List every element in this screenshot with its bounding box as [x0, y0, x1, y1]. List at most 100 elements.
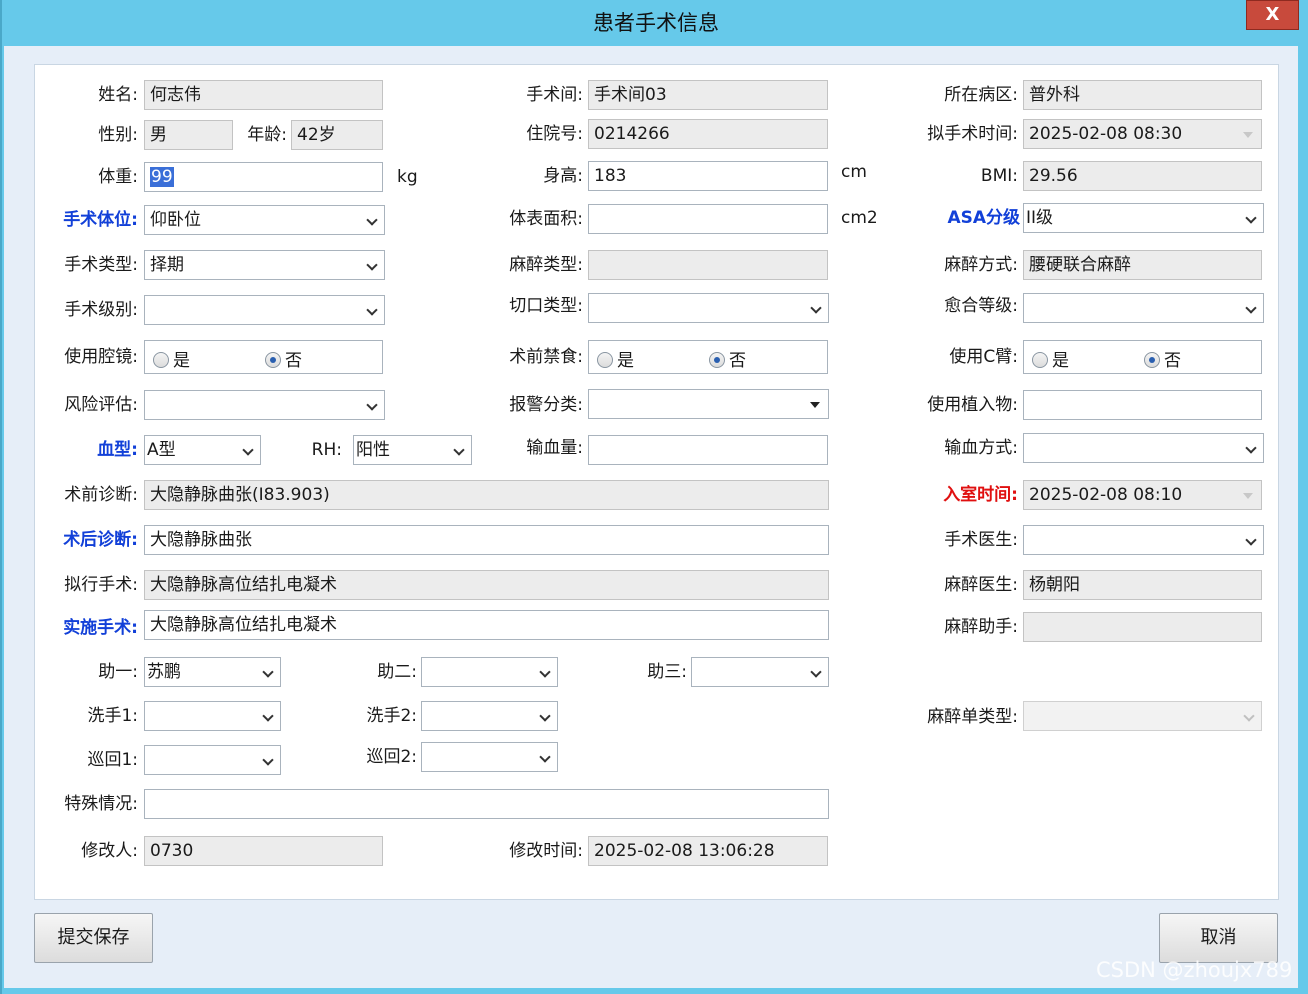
chevron-down-icon: [453, 444, 465, 456]
circulating1-select[interactable]: [144, 745, 281, 775]
assist3-select[interactable]: [691, 657, 829, 687]
anesthetist-label: 麻醉医生:: [944, 575, 1018, 595]
blood-type-label: 血型:: [97, 440, 138, 460]
chevron-down-icon: [262, 754, 274, 766]
special-label: 特殊情况:: [64, 794, 138, 814]
or-room-field: 手术间03: [588, 80, 828, 110]
chevron-down-icon: [539, 710, 551, 722]
watermark: CSDN @zhoujx789: [1096, 958, 1293, 982]
incision-type-select[interactable]: [588, 293, 829, 323]
anesthesia-form-type-select[interactable]: [1023, 701, 1262, 731]
endoscope-yes-radio[interactable]: 是: [153, 347, 190, 373]
c-arm-label: 使用C臂:: [949, 347, 1018, 367]
surgery-type-value: 择期: [150, 255, 184, 275]
post-diagnosis-input[interactable]: 大隐静脉曲张: [144, 525, 829, 555]
weight-input[interactable]: 99: [144, 162, 383, 192]
surgery-type-select[interactable]: 择期: [144, 250, 385, 280]
surgery-position-select[interactable]: 仰卧位: [144, 205, 385, 235]
chevron-down-icon: [366, 304, 378, 316]
surgery-level-label: 手术级别:: [64, 300, 138, 320]
rh-value: 阳性: [356, 440, 390, 460]
chevron-down-icon: [1245, 534, 1257, 546]
actual-operation-label: 实施手术:: [63, 618, 138, 638]
height-input[interactable]: 183: [588, 161, 828, 191]
risk-select[interactable]: [144, 390, 385, 420]
asa-grade-value: II级: [1026, 208, 1054, 228]
modify-time-field: 2025-02-08 13:06:28: [588, 836, 828, 866]
circulating2-select[interactable]: [421, 742, 558, 772]
entry-time-label: 入室时间:: [943, 485, 1018, 505]
scrub1-select[interactable]: [144, 701, 281, 731]
transfusion-volume-label: 输血量:: [526, 438, 583, 458]
surgery-type-label: 手术类型:: [64, 255, 138, 275]
anesthesia-type-label: 麻醉类型:: [509, 255, 583, 275]
chevron-down-icon: [810, 302, 822, 314]
healing-grade-label: 愈合等级:: [944, 296, 1018, 316]
fasting-no-radio[interactable]: 否: [709, 347, 746, 373]
bsa-label: 体表面积:: [509, 209, 583, 229]
c-arm-no-radio[interactable]: 否: [1144, 347, 1181, 373]
weight-label: 体重:: [98, 167, 138, 187]
implant-input[interactable]: [1023, 390, 1262, 420]
radio-icon: [153, 352, 169, 368]
surgery-position-value: 仰卧位: [150, 210, 201, 230]
cancel-button[interactable]: 取消: [1159, 913, 1278, 963]
circulating2-label: 巡回2:: [366, 747, 417, 767]
rh-label: RH:: [311, 440, 342, 460]
chevron-down-icon: [1245, 212, 1257, 224]
entry-time-picker[interactable]: 2025-02-08 08:10: [1023, 480, 1262, 510]
anesthesia-method-label: 麻醉方式:: [944, 255, 1018, 275]
special-input[interactable]: [144, 789, 829, 819]
planned-time-picker[interactable]: 2025-02-08 08:30: [1023, 119, 1262, 149]
bsa-input[interactable]: [588, 204, 828, 234]
assist1-select[interactable]: 苏鹏: [144, 657, 281, 687]
blood-type-select[interactable]: A型: [144, 435, 261, 465]
c-arm-yes-radio[interactable]: 是: [1032, 347, 1069, 373]
age-label: 年龄:: [247, 125, 287, 145]
chevron-down-icon: [1245, 302, 1257, 314]
radio-icon: [597, 352, 613, 368]
modifier-label: 修改人:: [81, 841, 138, 861]
anesthesia-assistant-label: 麻醉助手:: [944, 617, 1018, 637]
circulating1-label: 巡回1:: [87, 750, 138, 770]
endoscope-no-radio[interactable]: 否: [265, 347, 302, 373]
fasting-yes-radio[interactable]: 是: [597, 347, 634, 373]
blood-type-value: A型: [147, 440, 176, 460]
submit-save-button[interactable]: 提交保存: [34, 913, 153, 963]
actual-operation-input[interactable]: 大隐静脉高位结扎电凝术: [144, 610, 829, 640]
endoscope-radio-group: 是 否: [144, 340, 383, 374]
rh-select[interactable]: 阳性: [353, 435, 472, 465]
close-button[interactable]: X: [1246, 0, 1299, 30]
entry-time-value: 2025-02-08 08:10: [1029, 485, 1183, 505]
healing-grade-select[interactable]: [1023, 293, 1264, 323]
form-panel: 姓名: 何志伟 性别: 男 年龄: 42岁 体重: 99 kg 手术体位: 仰卧…: [34, 64, 1279, 900]
assist3-label: 助三:: [647, 662, 687, 682]
c-arm-radio-group: 是 否: [1023, 340, 1262, 374]
assist2-select[interactable]: [421, 657, 558, 687]
bsa-unit: cm2: [841, 208, 878, 228]
surgeon-select[interactable]: [1023, 525, 1264, 555]
risk-label: 风险评估:: [64, 395, 138, 415]
anesthetist-field: 杨朝阳: [1023, 570, 1262, 600]
alarm-category-label: 报警分类:: [509, 395, 583, 415]
dropdown-arrow-icon: [1243, 132, 1253, 138]
anesthesia-form-type-label: 麻醉单类型:: [927, 707, 1018, 727]
surgery-level-select[interactable]: [144, 295, 385, 325]
dropdown-arrow-icon: [810, 402, 820, 408]
bmi-field: 29.56: [1023, 161, 1262, 191]
assist1-label: 助一:: [98, 662, 138, 682]
asa-grade-select[interactable]: II级: [1023, 203, 1264, 233]
planned-time-label: 拟手术时间:: [927, 124, 1018, 144]
alarm-category-select[interactable]: [588, 389, 829, 419]
gender-field: 男: [144, 120, 233, 150]
radio-checked-icon: [1144, 352, 1160, 368]
transfusion-volume-input[interactable]: [588, 435, 828, 465]
post-diagnosis-label: 术后诊断:: [63, 530, 138, 550]
height-unit: cm: [841, 162, 867, 182]
modifier-field: 0730: [144, 836, 383, 866]
scrub2-select[interactable]: [421, 701, 558, 731]
gender-label: 性别:: [98, 125, 138, 145]
transfusion-method-select[interactable]: [1023, 433, 1264, 463]
modify-time-label: 修改时间:: [509, 841, 583, 861]
chevron-down-icon: [366, 399, 378, 411]
